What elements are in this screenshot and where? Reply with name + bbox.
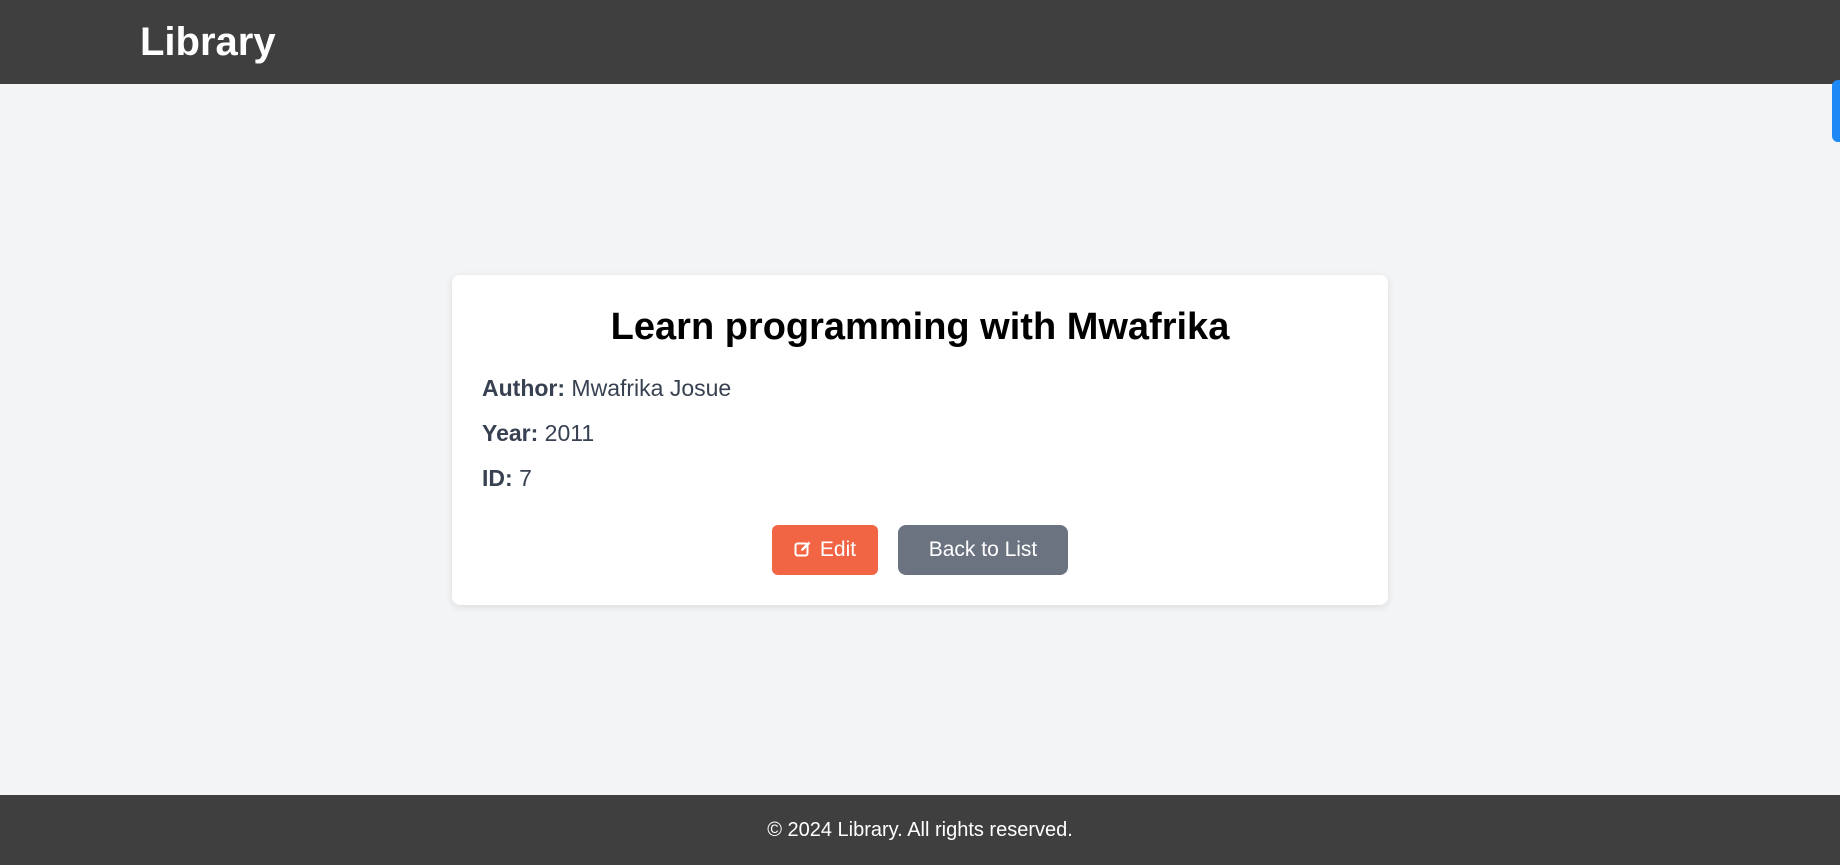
brand-logo-text[interactable]: Library <box>140 18 276 66</box>
author-value: Mwafrika Josue <box>571 375 732 401</box>
id-value: 7 <box>519 465 532 491</box>
copyright-text: © 2024 Library. All rights reserved. <box>767 819 1073 841</box>
book-title: Learn programming with Mwafrika <box>610 306 1230 348</box>
author-field: Author: Mwafrika Josue <box>482 373 731 403</box>
side-edge-tab[interactable] <box>1832 80 1840 142</box>
id-label: ID: <box>482 465 513 491</box>
back-to-list-button[interactable]: Back to List <box>898 525 1068 575</box>
page-footer: © 2024 Library. All rights reserved. <box>0 795 1840 865</box>
year-label: Year: <box>482 420 539 446</box>
year-value: 2011 <box>544 420 595 446</box>
year-field: Year: 2011 <box>482 418 594 448</box>
edit-button-label: Edit <box>819 538 857 561</box>
edit-icon <box>794 527 812 557</box>
top-header: Library <box>0 0 1840 84</box>
author-label: Author: <box>482 375 566 401</box>
id-field: ID: 7 <box>482 463 532 493</box>
back-to-list-label: Back to List <box>928 538 1038 561</box>
edit-button[interactable]: Edit <box>772 525 878 575</box>
book-detail-card: Learn programming with Mwafrika Author: … <box>452 275 1388 605</box>
